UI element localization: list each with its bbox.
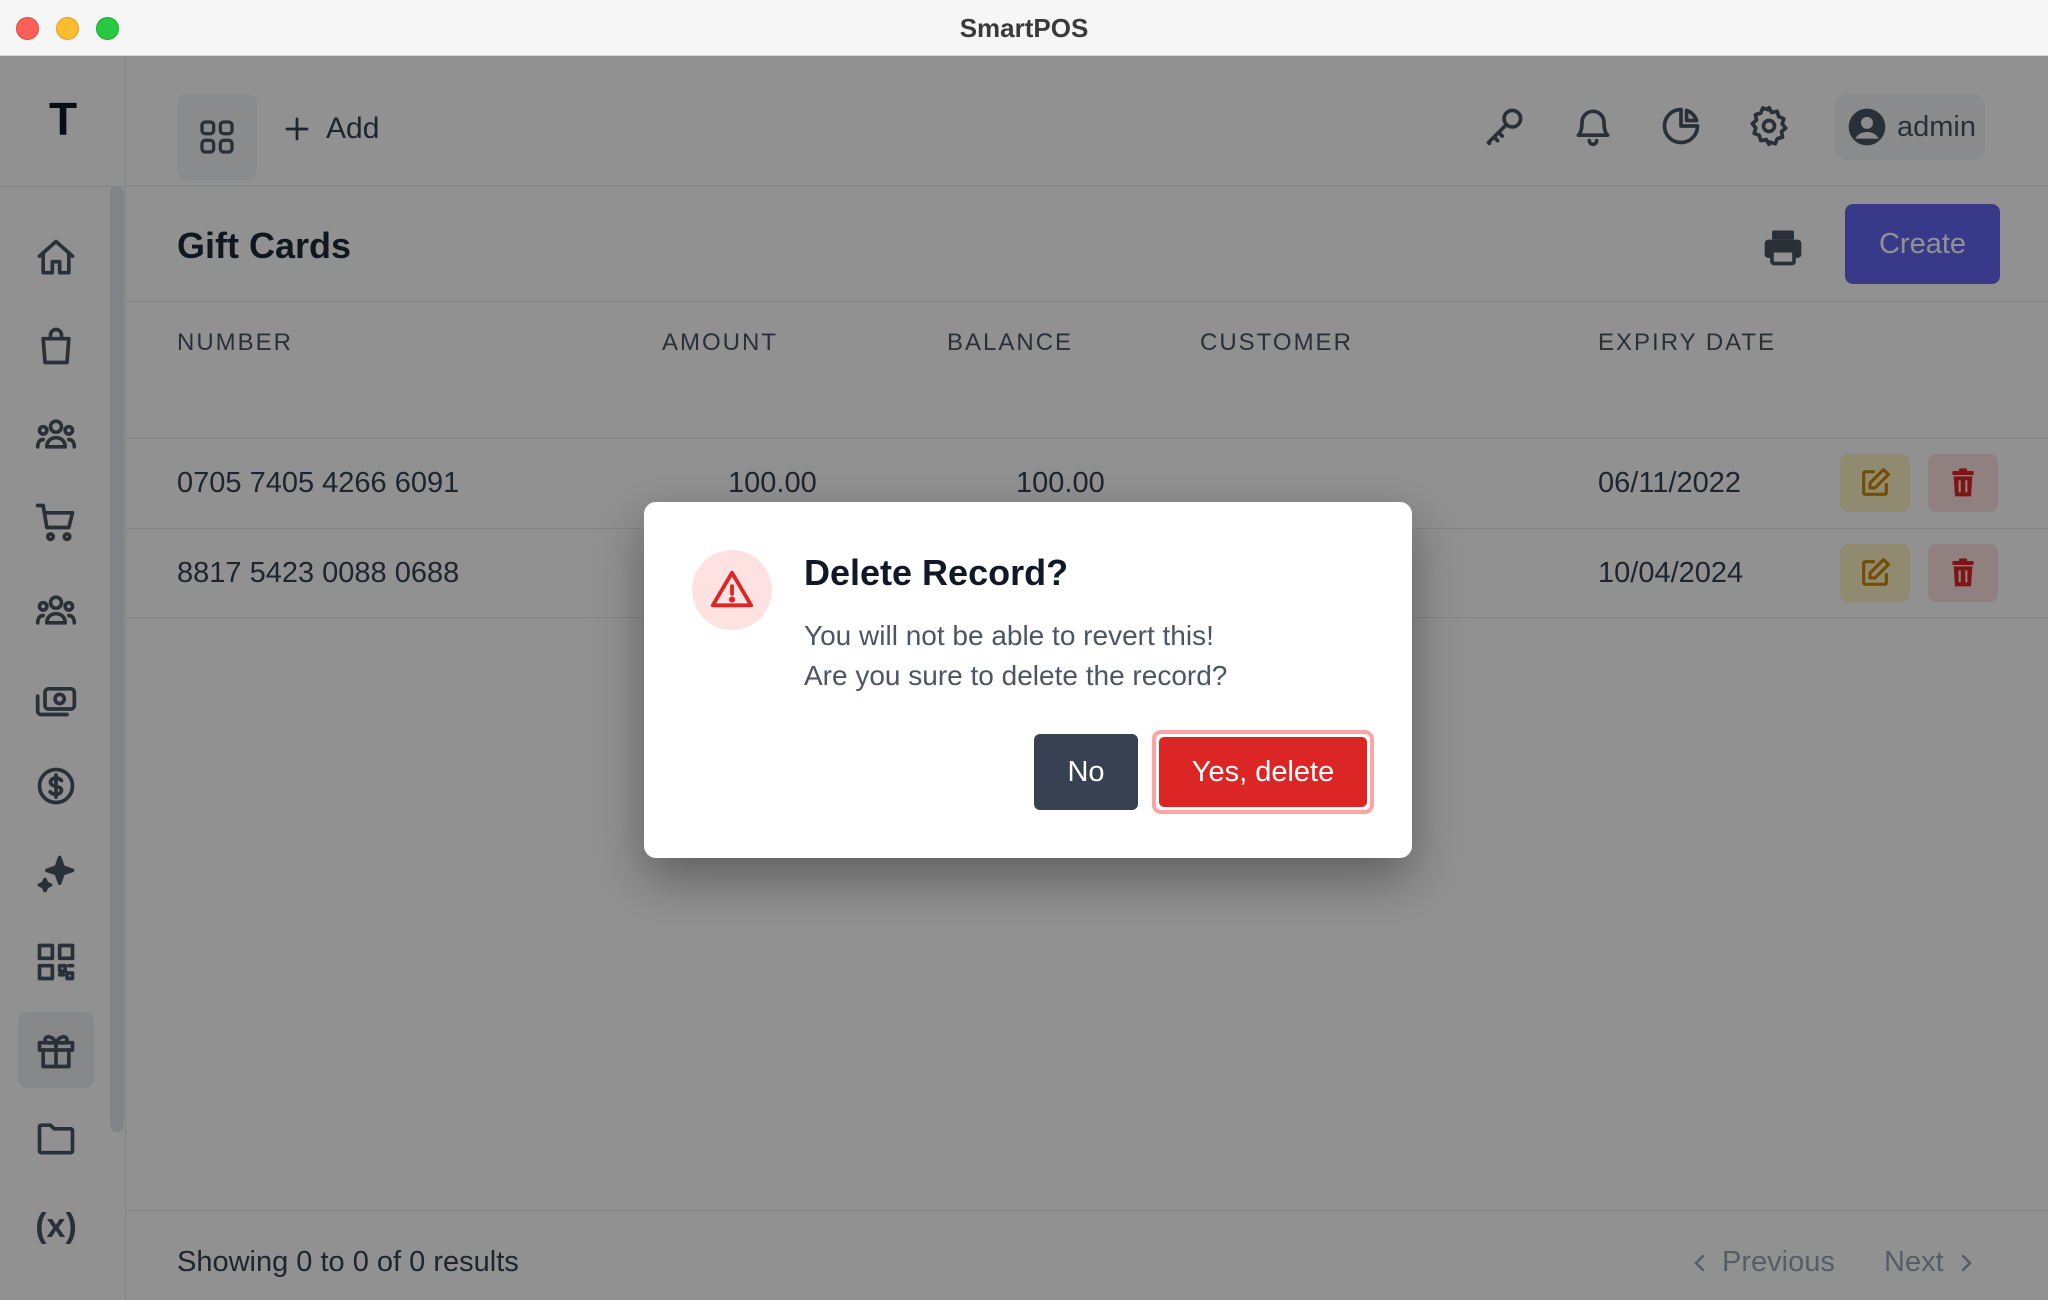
dialog-title: Delete Record? [804, 552, 1069, 593]
warning-badge [692, 550, 772, 630]
window-title: SmartPOS [959, 13, 1089, 43]
dialog-message: You will not be able to revert this! Are… [804, 616, 1227, 696]
window-titlebar: SmartPOS [0, 0, 2048, 56]
warning-icon [710, 570, 754, 608]
dialog-message-line: Are you sure to delete the record? [804, 660, 1228, 691]
confirm-delete-button[interactable]: Yes, delete [1152, 730, 1374, 814]
dialog-message-line: You will not be able to revert this! [804, 620, 1214, 651]
cancel-button[interactable]: No [1034, 734, 1138, 810]
delete-confirm-dialog: Delete Record? You will not be able to r… [644, 502, 1412, 858]
confirm-delete-label: Yes, delete [1159, 737, 1367, 807]
